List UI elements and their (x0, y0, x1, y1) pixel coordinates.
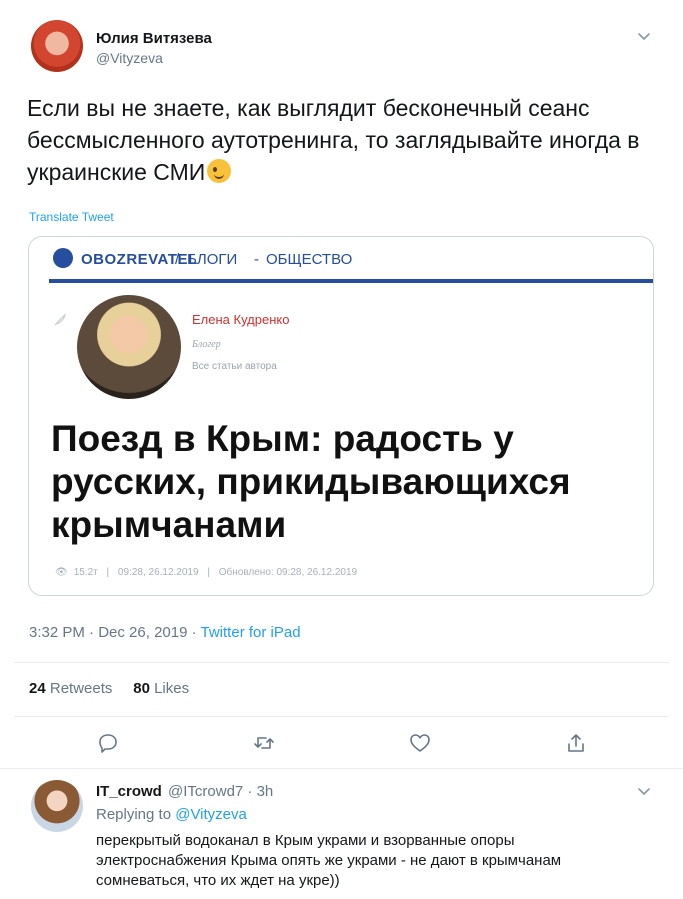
tweet-time[interactable]: 3:32 PM (29, 624, 85, 641)
chevron-down-icon[interactable] (636, 28, 652, 44)
wink-emoji-icon (207, 159, 232, 183)
share-icon[interactable] (564, 731, 588, 755)
card-header-rule (49, 279, 653, 283)
card-dash: - (254, 251, 259, 268)
author-avatar[interactable] (31, 20, 83, 72)
divider (14, 662, 669, 663)
reply-icon[interactable] (96, 731, 120, 755)
author-display-name[interactable]: Юлия Витязева (96, 30, 212, 47)
reply-author-avatar[interactable] (31, 780, 83, 832)
quill-icon (54, 313, 66, 326)
card-section-label: ОБЩЕСТВО (266, 251, 353, 268)
card-blogs-label: БЛОГИ (187, 251, 238, 268)
chevron-down-icon[interactable] (636, 783, 652, 799)
article-author-all-posts: Все статьи автора (192, 361, 277, 372)
replying-label: Replying to (96, 806, 172, 823)
likes-stat[interactable]: 80 Likes (133, 680, 189, 697)
tweet-stats: 24 Retweets 80 Likes (29, 680, 189, 697)
like-icon[interactable] (408, 731, 432, 755)
divider (0, 768, 683, 769)
retweets-count: 24 (29, 680, 46, 697)
meta-divider: | (207, 567, 210, 578)
article-headline: Поезд в Крым: радость у русских, прикиды… (51, 418, 571, 545)
obozrevatel-logo-icon (53, 248, 73, 268)
reply-author-name[interactable]: IT_crowd (96, 783, 162, 800)
replying-to-mention[interactable]: @Vityzeva (175, 806, 247, 823)
likes-count: 80 (133, 680, 150, 697)
reply-text: перекрытый водоканал в Крым украми и взо… (96, 832, 562, 889)
article-author-role: Блогер (192, 339, 221, 350)
tweet-date[interactable]: Dec 26, 2019 (98, 624, 187, 641)
tweet-timestamp: 3:32 PM · Dec 26, 2019 · Twitter for iPa… (29, 624, 301, 641)
retweets-stat[interactable]: 24 Retweets (29, 680, 112, 697)
retweet-icon[interactable] (252, 731, 276, 755)
likes-label: Likes (154, 680, 190, 697)
tweet-source-link[interactable]: Twitter for iPad (201, 624, 301, 641)
article-author-name: Елена Кудренко (192, 312, 290, 327)
card-separator: / (175, 251, 180, 268)
translate-tweet-link[interactable]: Translate Tweet (29, 210, 114, 224)
article-meta: 👁 15.2т | 09:28, 26.12.2019 | Обновлено: … (55, 567, 363, 578)
replying-to: Replying to @Vityzeva (96, 806, 247, 823)
article-published: 09:28, 26.12.2019 (117, 567, 199, 578)
article-author-photo (77, 295, 181, 399)
card-brand: OBOZREVATEL (81, 251, 198, 268)
reply-author-handle-time[interactable]: @ITcrowd7 · 3h (168, 783, 273, 800)
retweets-label: Retweets (49, 680, 113, 697)
eye-icon: 👁 (55, 567, 68, 578)
article-updated: Обновлено: 09:28, 26.12.2019 (218, 567, 358, 578)
tweet-text-content: Если вы не знаете, как выглядит бесконеч… (27, 95, 640, 185)
article-views: 15.2т (73, 567, 98, 578)
article-card[interactable]: OBOZREVATEL / БЛОГИ - ОБЩЕСТВО Елена Куд… (28, 236, 654, 596)
tweet-text: Если вы не знаете, как выглядит бесконеч… (27, 92, 647, 188)
divider (14, 716, 669, 717)
author-handle[interactable]: @Vityzeva (96, 50, 163, 66)
meta-divider: | (106, 567, 110, 578)
